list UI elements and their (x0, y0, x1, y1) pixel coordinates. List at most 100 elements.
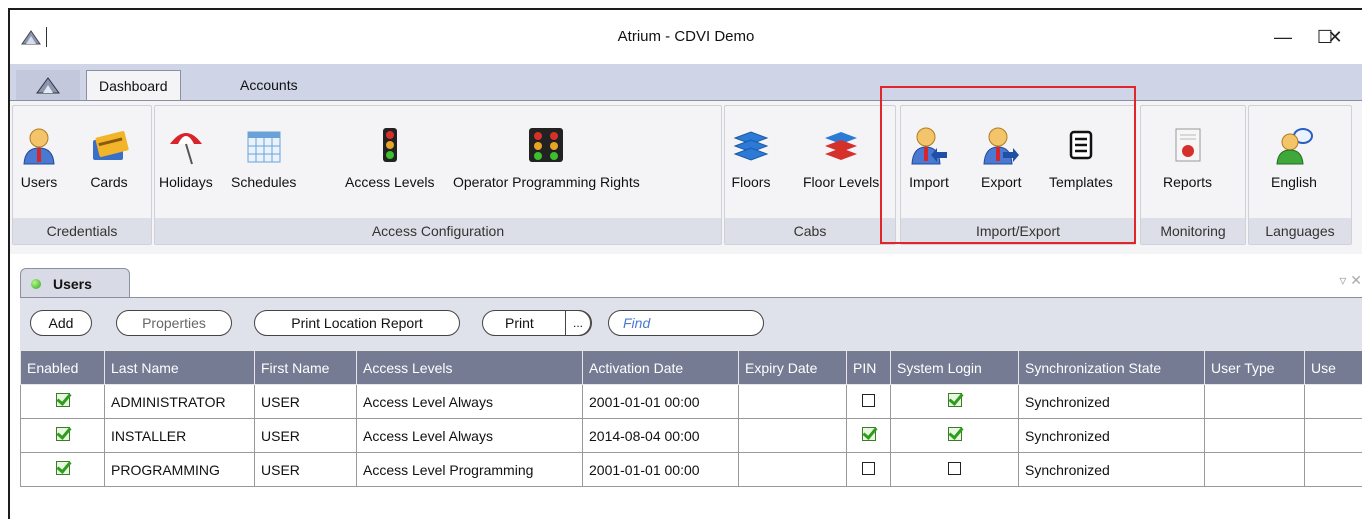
column-header-first-name[interactable]: First Name (254, 350, 357, 385)
cell-activation-date: 2001-01-01 00:00 (582, 384, 739, 419)
cell-more (1304, 418, 1362, 453)
floors-button[interactable]: Floors (731, 126, 771, 190)
cell-pin[interactable] (846, 418, 891, 453)
pin-checkbox[interactable] (862, 461, 875, 475)
users-table: Enabled Last Name First Name Access Leve… (20, 350, 1362, 487)
print-location-report-button[interactable]: Print Location Report (254, 310, 460, 336)
floor-levels-button[interactable]: Floor Levels (803, 126, 879, 190)
cell-pin[interactable] (846, 384, 891, 419)
window-title: Atrium - CDVI Demo (617, 28, 755, 45)
panel-tab-label: Users (53, 275, 92, 292)
traffic-lights-group-icon (526, 126, 566, 166)
table-body: ADMINISTRATOR USER Access Level Always 2… (20, 384, 1362, 487)
group-label-cabs: Cabs (725, 218, 895, 244)
panel-controls[interactable]: ▿ ✕ (1339, 272, 1362, 289)
cell-user-type (1204, 384, 1305, 419)
cell-activation-date: 2014-08-04 00:00 (582, 418, 739, 453)
system-login-checkbox[interactable] (948, 461, 961, 475)
language-icon (1274, 126, 1314, 166)
cell-expiry-date (738, 384, 847, 419)
english-button[interactable]: English (1271, 126, 1317, 190)
system-login-checkbox[interactable] (947, 393, 962, 407)
cell-access-levels: Access Level Always (356, 384, 583, 419)
group-languages: English Languages (1248, 105, 1352, 245)
system-login-checkbox[interactable] (947, 427, 962, 441)
column-header-sync-state[interactable]: Synchronization State (1018, 350, 1205, 385)
report-icon (1168, 126, 1208, 166)
minimize-button[interactable]: — (1263, 22, 1303, 52)
status-dot-icon (31, 278, 41, 289)
cell-system-login[interactable] (890, 384, 1019, 419)
tab-dashboard[interactable]: Dashboard (86, 70, 181, 101)
group-label-languages: Languages (1249, 218, 1351, 244)
ribbon-tabs: Dashboard Accounts (10, 64, 1362, 101)
column-header-more[interactable]: Use (1304, 350, 1362, 385)
calendar-icon (244, 126, 284, 166)
cell-enabled[interactable] (20, 418, 105, 453)
reports-button[interactable]: Reports (1163, 126, 1212, 190)
tab-accounts[interactable]: Accounts (228, 70, 310, 100)
app-window: Atrium - CDVI Demo — ☐ ✕ Dashboard Accou… (8, 8, 1362, 519)
table-row[interactable]: ADMINISTRATOR USER Access Level Always 2… (20, 384, 1362, 419)
tab-users-panel[interactable]: Users (20, 268, 130, 298)
floors-icon (731, 126, 771, 166)
pin-checkbox[interactable] (861, 427, 876, 441)
group-credentials: Users Cards Credentials (12, 105, 152, 245)
enabled-checkbox[interactable] (55, 427, 70, 441)
user-icon (19, 126, 59, 166)
traffic-light-icon (370, 126, 410, 166)
operator-programming-rights-button[interactable]: Operator Programming Rights (453, 126, 640, 190)
cell-system-login[interactable] (890, 452, 1019, 487)
cell-more (1304, 452, 1362, 487)
schedules-button[interactable]: Schedules (231, 126, 296, 190)
enabled-checkbox[interactable] (55, 393, 70, 407)
group-cabs: Floors Floor Levels Cabs (724, 105, 896, 245)
users-toolbar: Add Properties Print Location Report Pri… (20, 298, 1362, 350)
holidays-button[interactable]: Holidays (159, 126, 213, 190)
title-bar: Atrium - CDVI Demo — ☐ ✕ (10, 10, 1362, 64)
print-button[interactable]: Print ... (482, 310, 592, 336)
import-export-highlight (880, 86, 1136, 244)
cell-last-name: INSTALLER (104, 418, 255, 453)
users-button[interactable]: Users (19, 126, 59, 190)
column-header-user-type[interactable]: User Type (1204, 350, 1305, 385)
column-header-pin[interactable]: PIN (846, 350, 891, 385)
ribbon: Dashboard Accounts Users Cards Credentia… (10, 64, 1362, 254)
pin-checkbox[interactable] (862, 393, 875, 407)
table-row[interactable]: PROGRAMMING USER Access Level Programmin… (20, 452, 1362, 487)
add-button[interactable]: Add (30, 310, 92, 336)
cell-expiry-date (738, 418, 847, 453)
close-button[interactable]: ✕ (1315, 22, 1355, 52)
column-header-system-login[interactable]: System Login (890, 350, 1019, 385)
cell-pin[interactable] (846, 452, 891, 487)
cell-user-type (1204, 452, 1305, 487)
group-access-configuration: Holidays Schedules Access Levels Operato… (154, 105, 722, 245)
find-input[interactable]: Find (608, 310, 764, 336)
group-label-credentials: Credentials (13, 218, 151, 244)
print-options-button[interactable]: ... (565, 310, 591, 336)
cell-system-login[interactable] (890, 418, 1019, 453)
enabled-checkbox[interactable] (55, 461, 70, 475)
cell-access-levels: Access Level Programming (356, 452, 583, 487)
cell-enabled[interactable] (20, 452, 105, 487)
cell-last-name: PROGRAMMING (104, 452, 255, 487)
cell-activation-date: 2001-01-01 00:00 (582, 452, 739, 487)
column-header-enabled[interactable]: Enabled (20, 350, 105, 385)
application-menu-button[interactable] (16, 70, 80, 100)
column-header-activation-date[interactable]: Activation Date (582, 350, 739, 385)
column-header-expiry-date[interactable]: Expiry Date (738, 350, 847, 385)
parasol-icon (166, 126, 206, 166)
cell-more (1304, 384, 1362, 419)
cards-button[interactable]: Cards (89, 126, 129, 190)
table-row[interactable]: INSTALLER USER Access Level Always 2014-… (20, 418, 1362, 453)
cell-enabled[interactable] (20, 384, 105, 419)
cell-sync-state: Synchronized (1018, 452, 1205, 487)
column-header-last-name[interactable]: Last Name (104, 350, 255, 385)
column-header-access-levels[interactable]: Access Levels (356, 350, 583, 385)
group-label-access-configuration: Access Configuration (155, 218, 721, 244)
access-levels-button[interactable]: Access Levels (345, 126, 434, 190)
app-menu-icon (36, 77, 60, 94)
properties-button[interactable]: Properties (116, 310, 232, 336)
floor-levels-icon (821, 126, 861, 166)
cell-first-name: USER (254, 384, 357, 419)
